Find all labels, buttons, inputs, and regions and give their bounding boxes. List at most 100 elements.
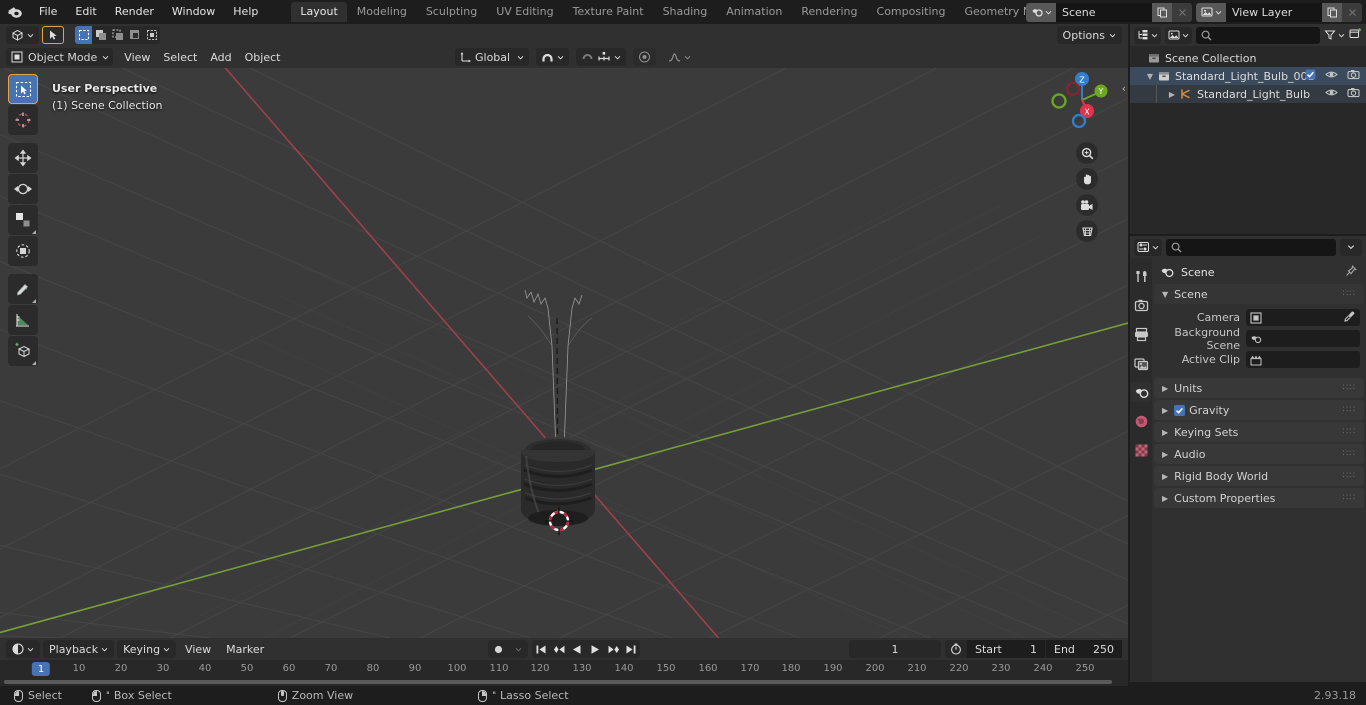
blender-logo-icon[interactable]	[0, 0, 30, 24]
playhead[interactable]: 1	[31, 662, 51, 676]
eyedropper-icon[interactable]	[1344, 310, 1356, 325]
auto-keying-dropdown-icon[interactable]	[508, 640, 528, 658]
menu-render[interactable]: Render	[106, 2, 163, 22]
pin-icon[interactable]	[1345, 264, 1357, 280]
tool-transform[interactable]	[8, 236, 38, 266]
active-clip-field[interactable]	[1246, 351, 1360, 368]
next-keyframe-icon[interactable]	[604, 640, 622, 658]
workspace-tab-layout[interactable]: Layout	[291, 2, 347, 22]
menu-edit[interactable]: Edit	[66, 2, 105, 22]
timeline-menu-keying[interactable]: Keying	[117, 640, 177, 658]
viewport-menu-view[interactable]: View	[119, 48, 155, 66]
properties-tab-scene[interactable]	[1131, 382, 1151, 402]
workspace-tab-uv-editing[interactable]: UV Editing	[487, 2, 562, 22]
panel-header-scene[interactable]: ▼ Scene ∷∷	[1154, 284, 1364, 304]
snap-target-group[interactable]	[576, 48, 626, 66]
workspace-tab-compositing[interactable]: Compositing	[868, 2, 955, 22]
menu-file[interactable]: File	[30, 2, 66, 22]
scene-selector[interactable]: Scene	[1026, 2, 1192, 22]
view-layer-name-field[interactable]: View Layer	[1226, 2, 1322, 22]
render-camera-icon[interactable]	[1347, 87, 1360, 101]
new-view-layer-icon[interactable]	[1322, 2, 1342, 22]
timeline-ruler[interactable]: 1 10 20 30 40 50 60 70 80 90 100 110 120…	[0, 660, 1128, 678]
viewport-menu-add[interactable]: Add	[205, 48, 236, 66]
tool-scale[interactable]	[8, 205, 38, 235]
tool-move[interactable]	[8, 143, 38, 173]
proportional-falloff-group[interactable]	[663, 48, 696, 66]
outliner-filter-button[interactable]	[1324, 29, 1345, 41]
auto-keying-group[interactable]	[488, 640, 528, 658]
eye-icon[interactable]	[1325, 87, 1338, 101]
editor-type-properties-icon[interactable]	[1134, 238, 1162, 256]
interaction-mode-selector[interactable]: Object Mode	[6, 48, 114, 66]
outliner-search-input[interactable]	[1196, 26, 1320, 44]
pan-hand-icon[interactable]	[1076, 168, 1098, 190]
view-layer-icon[interactable]	[1196, 2, 1226, 22]
record-icon[interactable]	[488, 640, 508, 658]
workspace-tab-shading[interactable]: Shading	[654, 2, 717, 22]
workspace-tab-texture-paint[interactable]: Texture Paint	[564, 2, 653, 22]
jump-end-icon[interactable]	[622, 640, 640, 658]
transform-orientation-selector[interactable]: Global	[455, 48, 529, 66]
unlink-view-layer-icon[interactable]	[1342, 2, 1362, 22]
select-subtract-icon[interactable]	[109, 26, 126, 44]
jump-start-icon[interactable]	[532, 640, 550, 658]
timeline-hscrollbar[interactable]	[4, 680, 1112, 684]
menu-help[interactable]: Help	[224, 2, 267, 22]
3d-viewport[interactable]: User Perspective (1) Scene Collection Z …	[0, 46, 1128, 638]
select-intersect-icon[interactable]	[143, 26, 160, 44]
view-layer-selector[interactable]: View Layer	[1196, 2, 1362, 22]
proportional-edit-group[interactable]	[633, 48, 656, 66]
workspace-tab-rendering[interactable]: Rendering	[792, 2, 866, 22]
panel-header-keying-sets[interactable]: ▶ Keying Sets ∷∷	[1154, 422, 1364, 442]
select-invert-icon[interactable]	[126, 26, 143, 44]
collection-checkbox[interactable]	[1305, 69, 1316, 83]
sidebar-collapse-icon[interactable]: ‹	[1122, 82, 1126, 95]
tool-tweak-select-box[interactable]	[8, 74, 38, 104]
new-scene-icon[interactable]	[1152, 2, 1172, 22]
gravity-checkbox[interactable]	[1174, 404, 1186, 416]
camera-view-icon[interactable]	[1076, 194, 1098, 216]
current-frame-field[interactable]: 1	[849, 640, 941, 658]
properties-editor[interactable]: Scene ▼ Scene ∷∷ Camera Background Scene…	[1130, 236, 1366, 682]
render-camera-icon[interactable]	[1347, 69, 1360, 83]
panel-header-audio[interactable]: ▶ Audio ∷∷	[1154, 444, 1364, 464]
viewport-menu-object[interactable]: Object	[240, 48, 286, 66]
camera-field[interactable]	[1246, 309, 1360, 326]
outliner-filter-scene-icon[interactable]	[1165, 26, 1192, 44]
play-reverse-icon[interactable]	[568, 640, 586, 658]
properties-tab-render[interactable]	[1131, 295, 1151, 315]
snap-toggle-button[interactable]	[536, 48, 569, 66]
workspace-tab-sculpting[interactable]: Sculpting	[417, 2, 486, 22]
viewport-canvas[interactable]	[0, 46, 1128, 638]
menu-window[interactable]: Window	[163, 2, 224, 22]
timeline-body[interactable]	[0, 678, 1128, 686]
timeline-menu-view[interactable]: View	[179, 640, 217, 658]
expand-triangle-down-icon[interactable]: ▼	[1144, 72, 1156, 81]
zoom-icon[interactable]	[1076, 142, 1098, 164]
expand-triangle-right-icon[interactable]: ▶	[1166, 90, 1178, 99]
chevron-down-icon[interactable]	[1340, 238, 1362, 256]
timeline-editor[interactable]: Playback Keying View Marker 1 Start 1 En…	[0, 638, 1128, 686]
outliner-display-mode-icon[interactable]	[1134, 26, 1161, 44]
timeline-menu-marker[interactable]: Marker	[220, 640, 270, 658]
options-button[interactable]: Options	[1056, 26, 1122, 44]
panel-header-rigid-body-world[interactable]: ▶ Rigid Body World ∷∷	[1154, 466, 1364, 486]
outliner-row-scene-collection[interactable]: Scene Collection	[1130, 49, 1366, 67]
panel-header-units[interactable]: ▶ Units ∷∷	[1154, 378, 1364, 398]
workspace-tab-animation[interactable]: Animation	[717, 2, 791, 22]
unlink-scene-icon[interactable]	[1172, 2, 1192, 22]
properties-tab-view-layer[interactable]	[1131, 353, 1151, 373]
navigation-gizmo[interactable]: Z Y X	[1050, 68, 1114, 132]
panel-header-custom-properties[interactable]: ▶ Custom Properties ∷∷	[1154, 488, 1364, 508]
properties-tab-world[interactable]	[1131, 411, 1151, 431]
tool-measure[interactable]	[8, 305, 38, 335]
timeline-menu-playback[interactable]: Playback	[43, 640, 115, 658]
scene-name-field[interactable]: Scene	[1056, 2, 1152, 22]
editor-type-timeline-icon[interactable]	[6, 640, 40, 658]
outliner-row-collection-bulb001[interactable]: ▼ Standard_Light_Bulb_001	[1130, 67, 1366, 85]
start-frame-field[interactable]: Start 1	[967, 640, 1045, 658]
panel-header-gravity[interactable]: ▶ Gravity ∷∷	[1154, 400, 1364, 420]
select-extend-icon[interactable]	[92, 26, 109, 44]
outliner-editor[interactable]: Scene Collection ▼ Standard_Light_Bulb_0…	[1130, 24, 1366, 234]
